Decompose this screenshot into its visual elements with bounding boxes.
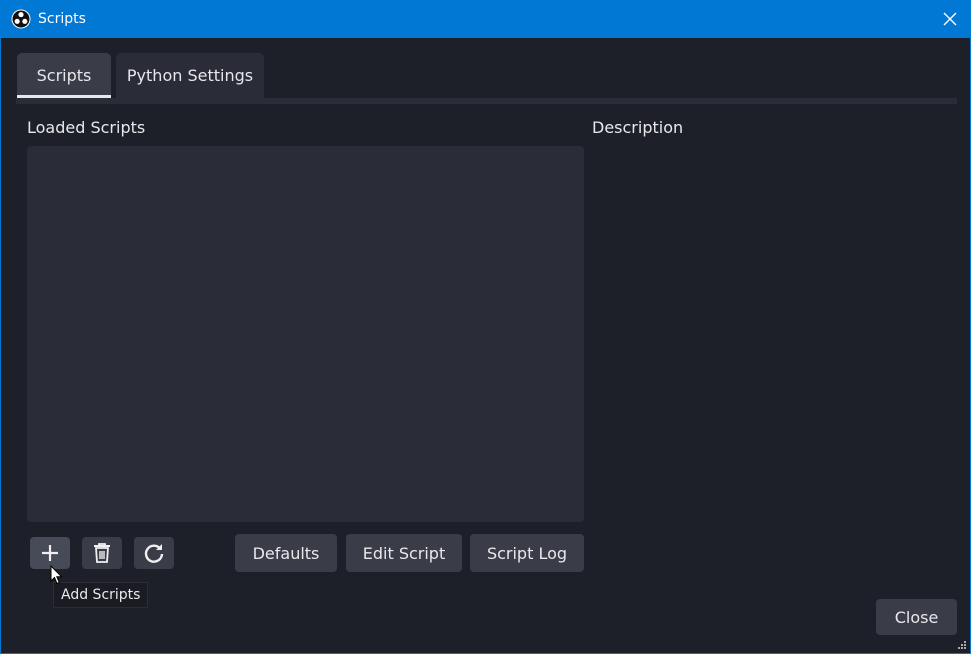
tab-scripts[interactable]: Scripts [17,53,111,98]
close-icon [943,12,957,26]
add-scripts-tooltip: Add Scripts [53,582,149,608]
window-close-button[interactable] [938,7,962,31]
mouse-cursor-icon [50,565,63,585]
loaded-scripts-list[interactable] [27,146,584,522]
defaults-button[interactable]: Defaults [235,534,337,572]
trash-icon [94,543,110,563]
tab-label: Scripts [36,66,92,85]
window-title: Scripts [38,11,86,27]
reload-scripts-button[interactable] [134,537,174,569]
remove-script-button[interactable] [82,537,122,569]
script-log-button[interactable]: Script Log [470,534,584,572]
tab-bar-divider [16,98,957,104]
plus-icon [42,545,58,561]
resize-grip-icon[interactable] [957,640,967,650]
description-label: Description [592,118,684,137]
close-button[interactable]: Close [876,599,957,635]
defaults-button-label: Defaults [252,543,320,563]
edit-script-button[interactable]: Edit Script [346,534,462,572]
obs-logo-icon [11,9,31,29]
edit-script-button-label: Edit Script [362,543,446,563]
tab-label: Python Settings [126,66,254,85]
refresh-icon [144,544,164,563]
tooltip-text: Add Scripts [61,587,141,603]
loaded-scripts-label: Loaded Scripts [27,118,146,137]
script-log-button-label: Script Log [486,543,568,563]
scripts-dialog: Scripts Scripts Python Settings Loaded S… [0,0,971,654]
title-bar: Scripts [1,0,971,38]
tab-python-settings[interactable]: Python Settings [116,53,264,98]
close-button-label: Close [894,607,939,627]
